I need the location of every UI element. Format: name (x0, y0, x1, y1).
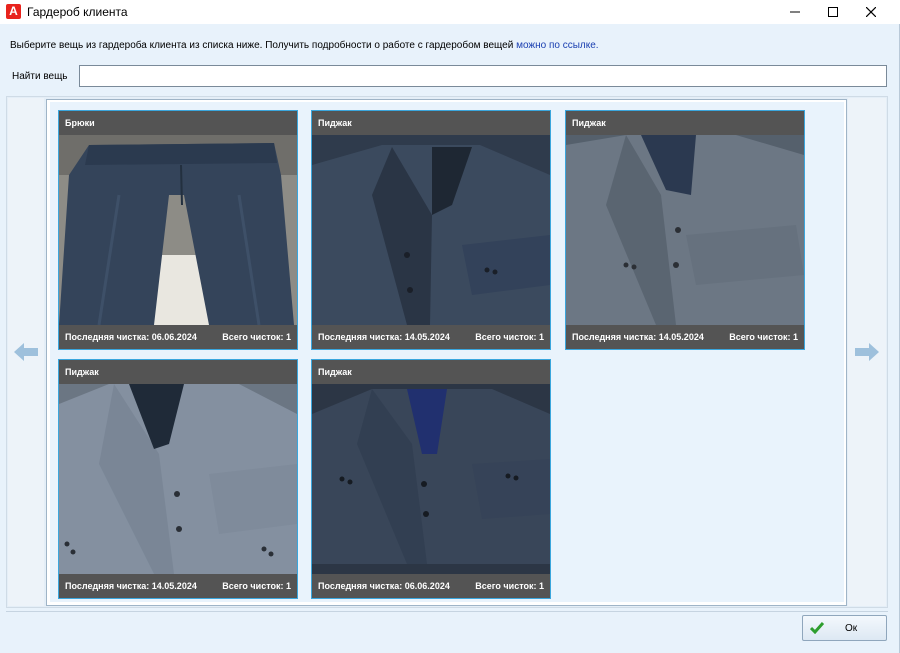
item-footer: Последняя чистка: 14.05.2024 Всего чисто… (566, 325, 804, 349)
total-cleanings: Всего чисток: 1 (729, 332, 798, 342)
last-clean-date: Последняя чистка: 14.05.2024 (65, 581, 197, 591)
ok-button[interactable]: Ок (802, 615, 887, 641)
item-photo (566, 135, 804, 325)
item-photo (312, 384, 550, 574)
footer-divider (6, 611, 888, 612)
instructions-text: Выберите вещь из гардероба клиента из сп… (10, 40, 599, 51)
app-logo-icon: A (6, 4, 21, 19)
wardrobe-item-card[interactable]: Пиджак Последняя чистка: 06.06.2024 Всег… (311, 359, 551, 599)
jacket-photo (312, 384, 550, 574)
total-cleanings: Всего чисток: 1 (222, 581, 291, 591)
next-page-button[interactable] (848, 98, 886, 606)
jacket-photo (312, 135, 550, 325)
last-clean-date: Последняя чистка: 06.06.2024 (318, 581, 450, 591)
minimize-button[interactable] (776, 0, 814, 24)
window-title: Гардероб клиента (27, 5, 128, 19)
item-footer: Последняя чистка: 06.06.2024 Всего чисто… (312, 574, 550, 598)
wardrobe-item-card[interactable]: Брюки Последняя чистка: 06.06.2024 Всего… (58, 110, 298, 350)
total-cleanings: Всего чисток: 1 (475, 581, 544, 591)
item-title: Пиджак (318, 118, 352, 128)
item-photo (59, 135, 297, 325)
arrow-right-icon (855, 343, 879, 361)
jacket-photo (59, 384, 297, 574)
item-title: Пиджак (572, 118, 606, 128)
total-cleanings: Всего чисток: 1 (475, 332, 544, 342)
item-footer: Последняя чистка: 14.05.2024 Всего чисто… (59, 574, 297, 598)
item-photo (312, 135, 550, 325)
ok-label: Ок (845, 623, 858, 634)
minimize-icon (790, 11, 800, 13)
close-icon (866, 7, 876, 17)
title-bar: A Гардероб клиента (0, 0, 900, 24)
search-label: Найти вещь (12, 71, 68, 82)
search-input[interactable] (79, 65, 887, 87)
item-footer: Последняя чистка: 06.06.2024 Всего чисто… (59, 325, 297, 349)
wardrobe-item-card[interactable]: Пиджак Последняя чистка: 14.05.2024 Всег… (58, 359, 298, 599)
item-title: Пиджак (318, 367, 352, 377)
maximize-icon (828, 7, 838, 17)
maximize-button[interactable] (814, 0, 852, 24)
last-clean-date: Последняя чистка: 14.05.2024 (572, 332, 704, 342)
wardrobe-item-card[interactable]: Пиджак Последняя чистка: 14.05.2024 Всег… (565, 110, 805, 350)
checkmark-icon (810, 622, 824, 634)
previous-page-button[interactable] (8, 98, 44, 606)
item-title: Пиджак (65, 367, 99, 377)
wardrobe-dialog: A Гардероб клиента Выберите вещь из гард… (0, 0, 900, 653)
arrow-left-icon (14, 343, 38, 361)
trousers-photo (59, 135, 297, 325)
last-clean-date: Последняя чистка: 14.05.2024 (318, 332, 450, 342)
item-photo (59, 384, 297, 574)
total-cleanings: Всего чисток: 1 (222, 332, 291, 342)
instructions-body: Выберите вещь из гардероба клиента из сп… (10, 40, 514, 51)
item-footer: Последняя чистка: 14.05.2024 Всего чисто… (312, 325, 550, 349)
wardrobe-item-card[interactable]: Пиджак Последняя чистка: 14.05.2024 Всег… (311, 110, 551, 350)
item-title: Брюки (65, 118, 95, 128)
last-clean-date: Последняя чистка: 06.06.2024 (65, 332, 197, 342)
close-button[interactable] (852, 0, 890, 24)
help-link[interactable]: можно по ссылке. (516, 40, 598, 51)
jacket-photo (566, 135, 804, 325)
